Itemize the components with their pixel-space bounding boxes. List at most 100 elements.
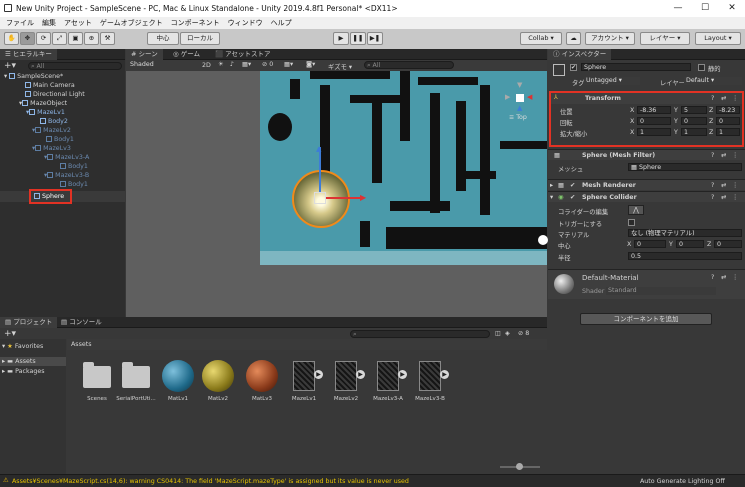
tab-game[interactable]: ◎ ゲーム: [168, 49, 205, 60]
collapse-arrow-icon[interactable]: ▾: [550, 194, 553, 201]
scale-y-field[interactable]: 1: [681, 128, 707, 136]
radius-field[interactable]: 0.5: [628, 252, 742, 260]
preset-icon[interactable]: ⇄: [721, 274, 726, 281]
hierarchy-item-mazelv3[interactable]: ▾ MazeLv3: [0, 144, 125, 153]
menu-assets[interactable]: アセット: [64, 18, 92, 28]
asset-mazelv1-prefab[interactable]: ▶ MazeLv1: [284, 360, 324, 402]
sphere-highlight-box[interactable]: Sphere: [29, 189, 72, 204]
maximize-button[interactable]: ☐: [694, 0, 716, 17]
edit-collider-button[interactable]: ⋀: [628, 205, 644, 215]
mesh-field[interactable]: ▦ Sphere: [628, 163, 742, 171]
hierarchy-item-body1[interactable]: Body1: [0, 162, 125, 171]
is-trigger-checkbox[interactable]: [628, 219, 635, 226]
expand-prefab-icon[interactable]: ▶: [440, 370, 449, 379]
hierarchy-item-body2[interactable]: Body2: [0, 117, 125, 126]
hierarchy-item-mazelv3-a[interactable]: ▾ MazeLv3-A: [0, 153, 125, 162]
custom-tool-button[interactable]: ⚒: [100, 32, 115, 45]
object-name-field[interactable]: Sphere: [581, 63, 691, 71]
layers-button[interactable]: レイヤー ▾: [640, 32, 690, 45]
grid-toggle-icon[interactable]: ▦▾: [284, 61, 293, 68]
pause-button[interactable]: ❚❚: [350, 32, 366, 45]
packages-item[interactable]: ▸ ▬ Packages: [2, 368, 45, 375]
hierarchy-item-body1[interactable]: Body1: [0, 180, 125, 189]
asset-scenes-folder[interactable]: Scenes: [77, 360, 117, 402]
help-icon[interactable]: ?: [711, 194, 714, 201]
transform-header[interactable]: ⅄ Transform ? ⇄ ⋮: [551, 93, 742, 104]
menu-window[interactable]: ウィンドウ: [228, 18, 263, 28]
center-x-field[interactable]: 0: [634, 240, 666, 248]
filter-by-label-icon[interactable]: ◈: [505, 330, 510, 337]
context-menu-icon[interactable]: ⋮: [732, 182, 738, 189]
minimize-button[interactable]: —: [667, 0, 689, 17]
2d-toggle[interactable]: 2D: [202, 62, 211, 69]
hierarchy-search-input[interactable]: ⌕ All: [28, 62, 122, 70]
shading-mode-dropdown[interactable]: Shaded: [128, 61, 196, 69]
create-button[interactable]: +▾: [4, 61, 16, 71]
hierarchy-item-main-camera[interactable]: Main Camera: [0, 81, 125, 90]
hidden-packages-icon[interactable]: ⊘ 8: [518, 330, 529, 337]
cloud-icon[interactable]: ☁: [566, 32, 581, 45]
help-icon[interactable]: ?: [711, 95, 714, 102]
enabled-checkbox[interactable]: ✔: [570, 182, 575, 189]
pivot-mode-button[interactable]: 中心: [147, 32, 179, 45]
asset-mazelv3-b-prefab[interactable]: ▶ MazeLv3-B: [410, 360, 450, 402]
asset-matlv3[interactable]: MatLv3: [242, 360, 282, 402]
menu-component[interactable]: コンポーネント: [171, 18, 220, 28]
preset-icon[interactable]: ⇄: [721, 152, 726, 159]
expand-prefab-icon[interactable]: ▶: [314, 370, 323, 379]
move-tool-button[interactable]: ✥: [20, 32, 35, 45]
move-gizmo-x-axis[interactable]: [326, 197, 362, 199]
slider-thumb[interactable]: [516, 463, 523, 470]
rotation-y-field[interactable]: 0: [681, 117, 707, 125]
position-x-field[interactable]: -8.36: [637, 106, 671, 114]
help-icon[interactable]: ?: [711, 274, 714, 281]
effects-toggle-icon[interactable]: ▦▾: [242, 61, 251, 68]
menu-gameobject[interactable]: ゲームオブジェクト: [100, 18, 163, 28]
menu-edit[interactable]: 編集: [42, 18, 56, 28]
create-button[interactable]: +▾: [4, 329, 16, 339]
project-search-input[interactable]: ⌕: [350, 330, 490, 338]
menu-file[interactable]: ファイル: [6, 18, 34, 28]
mesh-filter-header[interactable]: ▦ Sphere (Mesh Filter) ? ⇄ ⋮: [548, 149, 745, 160]
gizmos-dropdown[interactable]: ギズモ ▾: [328, 62, 352, 71]
tab-hierarchy[interactable]: ☰ ヒエラルキー: [0, 49, 57, 60]
scene-orientation-gizmo[interactable]: ▼ ◀ ▶ ▲ ≡ Top: [503, 79, 537, 121]
tab-scene[interactable]: # シーン: [126, 49, 163, 60]
expand-arrow-icon[interactable]: ▸: [550, 182, 553, 189]
x-axis-arrow-icon[interactable]: ▶: [360, 193, 366, 202]
step-button[interactable]: ▶❚: [367, 32, 383, 45]
favorites-item[interactable]: ▾ ★ Favorites: [2, 343, 43, 350]
context-menu-icon[interactable]: ⋮: [732, 152, 738, 159]
context-menu-icon[interactable]: ⋮: [732, 274, 738, 281]
account-button[interactable]: アカウント ▾: [585, 32, 635, 45]
expand-prefab-icon[interactable]: ▶: [356, 370, 365, 379]
hidden-objects-icon[interactable]: ⊘ 0: [262, 61, 273, 68]
asset-matlv1[interactable]: MatLv1: [158, 360, 198, 402]
preset-icon[interactable]: ⇄: [721, 182, 726, 189]
lighting-toggle-icon[interactable]: ☀: [218, 61, 224, 68]
camera-settings-icon[interactable]: ◙▾: [306, 61, 315, 68]
filter-by-type-icon[interactable]: ◫: [495, 330, 501, 337]
transform-tool-button[interactable]: ⊕: [84, 32, 99, 45]
scale-tool-button[interactable]: ⤢: [52, 32, 67, 45]
y-axis-arrow-icon[interactable]: ▲: [316, 145, 321, 153]
pivot-rotation-button[interactable]: ローカル: [180, 32, 220, 45]
asset-mazelv3-a-prefab[interactable]: ▶ MazeLv3-A: [368, 360, 408, 402]
rotation-z-field[interactable]: 0: [716, 117, 740, 125]
tab-inspector[interactable]: ⓘ インスペクター: [548, 49, 612, 60]
lighting-status[interactable]: Auto Generate Lighting Off: [640, 478, 725, 485]
preset-icon[interactable]: ⇄: [721, 194, 726, 201]
hierarchy-item-directional-light[interactable]: Directional Light: [0, 90, 125, 99]
asset-matlv2[interactable]: MatLv2: [198, 360, 238, 402]
help-icon[interactable]: ?: [711, 182, 714, 189]
shader-dropdown[interactable]: Standard: [606, 287, 716, 295]
tab-console[interactable]: ▤ コンソール: [56, 317, 107, 328]
rect-tool-button[interactable]: ▣: [68, 32, 83, 45]
help-icon[interactable]: ?: [711, 152, 714, 159]
rotate-tool-button[interactable]: ⟳: [36, 32, 51, 45]
layer-dropdown[interactable]: Default ▾: [684, 77, 742, 85]
preset-icon[interactable]: ⇄: [721, 95, 726, 102]
hierarchy-item-mazelv1[interactable]: ▾ MazeLv1: [0, 108, 125, 117]
hand-tool-button[interactable]: ✋: [4, 32, 19, 45]
tab-asset-store[interactable]: ⬛ アセットストア: [210, 49, 276, 60]
